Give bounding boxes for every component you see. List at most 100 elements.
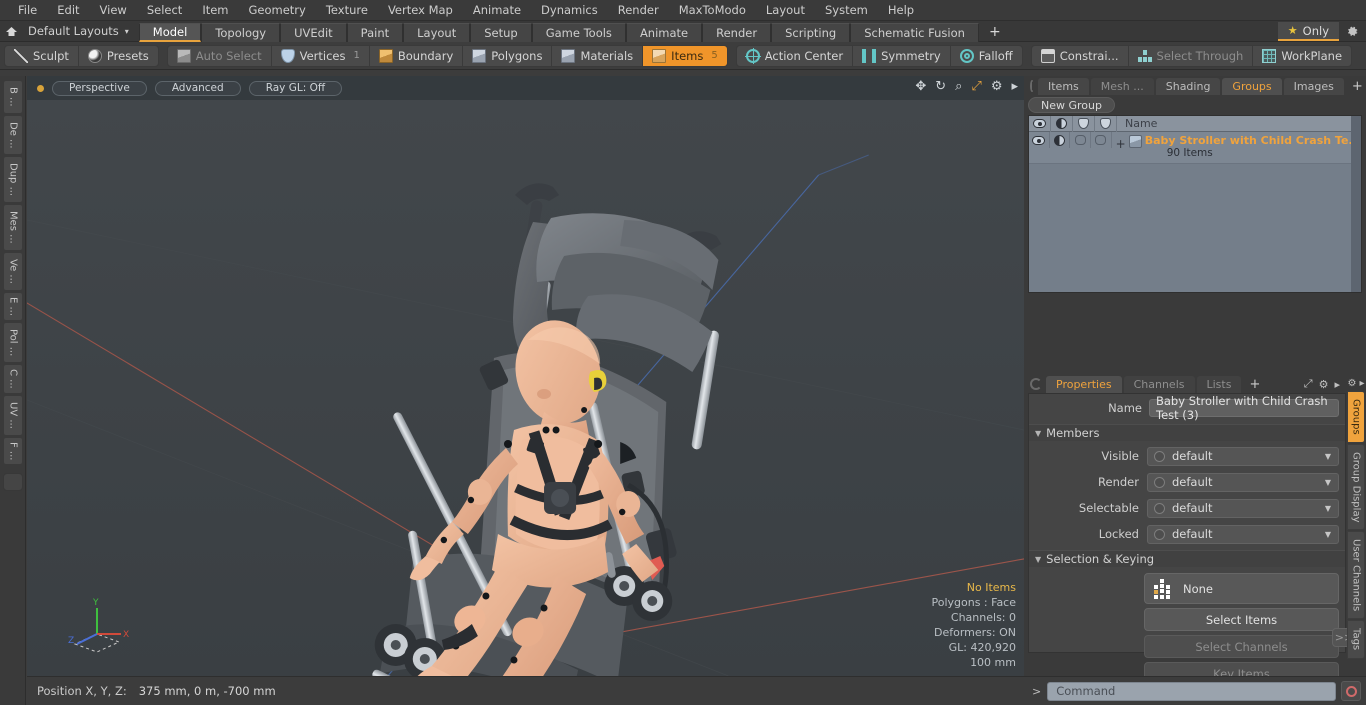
vtab-group-display[interactable]: Group Display (1347, 443, 1365, 531)
tab-model[interactable]: Model (138, 22, 202, 42)
menu-item-item[interactable]: Item (192, 1, 238, 19)
record-icon[interactable] (1341, 681, 1361, 701)
left-rail-tab-curve[interactable]: C ... (3, 364, 23, 394)
selectable-knob-icon[interactable] (1154, 502, 1165, 514)
render-dropdown[interactable]: default ▼ (1147, 472, 1339, 492)
left-rail-extra-box[interactable] (3, 473, 23, 492)
row-visibility-toggle[interactable] (1029, 132, 1050, 148)
move-icon[interactable]: ✥ (915, 80, 926, 93)
home-up-icon[interactable] (0, 22, 22, 41)
vtab-tags[interactable]: Tags (1347, 620, 1365, 659)
vtab-groups[interactable]: Groups (1347, 391, 1365, 443)
rotate-icon[interactable]: ↻ (935, 80, 946, 93)
tab-setup[interactable]: Setup (470, 22, 532, 42)
viewport-raygl-button[interactable]: Ray GL: Off (248, 80, 343, 96)
workplane-button[interactable]: WorkPlane (1253, 46, 1351, 66)
chevron-right-icon[interactable]: ▸ (1334, 378, 1340, 391)
panel-tab-groups[interactable]: Groups (1222, 78, 1282, 95)
fit-icon[interactable]: ⤢ (971, 80, 981, 93)
menu-item-maxtomodo[interactable]: MaxToModo (669, 1, 756, 19)
tab-lists[interactable]: Lists (1196, 376, 1242, 393)
viewport-3d[interactable]: Perspective Advanced Ray GL: Off ✥ ↻ ⌕ ⤢… (27, 76, 1024, 676)
left-rail-tab-edge[interactable]: E ... (3, 291, 23, 321)
row-content[interactable]: + Baby Stroller with Child Crash Te... 9… (1112, 132, 1361, 163)
menu-item-help[interactable]: Help (878, 1, 924, 19)
left-rail-tab-mesh[interactable]: Mes ... (3, 204, 23, 251)
selection-keying-section-header[interactable]: ▼ Selection & Keying (1029, 550, 1345, 567)
new-group-button[interactable]: New Group (1028, 97, 1115, 113)
left-rail-tab-duplicate[interactable]: Dup ... (3, 156, 23, 204)
left-rail-tab-polygon[interactable]: Pol ... (3, 321, 23, 364)
left-rail-tab-vertex[interactable]: Ve ... (3, 251, 23, 291)
locked-knob-icon[interactable] (1154, 528, 1165, 540)
item-list-scrollbar[interactable] (1351, 116, 1361, 292)
tab-paint[interactable]: Paint (346, 22, 404, 42)
panel-add-tab-button[interactable]: + (1346, 78, 1366, 95)
left-rail-tab-fur[interactable]: F ... (3, 436, 23, 466)
only-button[interactable]: ★ Only (1277, 22, 1339, 41)
vertices-button[interactable]: Vertices 1 (272, 45, 370, 66)
zoom-icon[interactable]: ⌕ (955, 80, 962, 93)
polygons-button[interactable]: Polygons (463, 45, 553, 66)
menu-item-layout[interactable]: Layout (756, 1, 815, 19)
left-rail-tab-basic[interactable]: B ... (3, 80, 23, 114)
menu-item-render[interactable]: Render (608, 1, 669, 19)
tab-channels[interactable]: Channels (1123, 376, 1195, 393)
menu-item-vertex-map[interactable]: Vertex Map (378, 1, 463, 19)
menu-item-animate[interactable]: Animate (463, 1, 531, 19)
menu-item-file[interactable]: File (8, 1, 47, 19)
tab-layout[interactable]: Layout (403, 22, 471, 42)
viewport-perspective-button[interactable]: Perspective (52, 80, 147, 96)
select-channels-button[interactable]: Select Channels (1144, 635, 1339, 658)
render-knob-icon[interactable] (1154, 476, 1165, 488)
select-through-button[interactable]: Select Through (1129, 45, 1254, 66)
menu-item-system[interactable]: System (815, 1, 878, 19)
symmetry-button[interactable]: Symmetry (853, 45, 951, 66)
menu-item-view[interactable]: View (90, 1, 137, 19)
viewport-shading-button[interactable]: Advanced (154, 80, 241, 96)
table-row[interactable]: + Baby Stroller with Child Crash Te... 9… (1029, 132, 1361, 164)
visible-dropdown[interactable]: default ▼ (1147, 446, 1339, 466)
materials-button[interactable]: Materials (552, 45, 644, 66)
chevron-right-icon[interactable]: ▸ (1359, 378, 1364, 389)
locked-dropdown[interactable]: default ▼ (1147, 524, 1339, 544)
gear-icon[interactable]: ⚙ (1348, 378, 1357, 389)
constraint-button[interactable]: Constrai... (1032, 45, 1129, 66)
auto-select-button[interactable]: Auto Select (168, 45, 272, 66)
properties-menu-icon[interactable] (1030, 378, 1042, 390)
left-rail-tab-deform[interactable]: De ... (3, 114, 23, 156)
name-field[interactable]: Baby Stroller with Child Crash Test (3) (1149, 394, 1339, 422)
chevron-down-icon[interactable]: ▾ (125, 27, 129, 36)
row-shade-toggle[interactable] (1050, 132, 1071, 148)
gear-icon[interactable]: ⚙ (991, 80, 1003, 93)
panel-menu-icon[interactable] (1030, 80, 1034, 92)
properties-add-tab-button[interactable]: + (1243, 376, 1266, 393)
tab-scripting[interactable]: Scripting (771, 22, 851, 42)
add-tab-button[interactable]: + (979, 23, 1011, 42)
viewport-canvas[interactable]: No Items Polygons : Face Channels: 0 Def… (27, 100, 1024, 676)
gear-icon[interactable] (1342, 22, 1362, 41)
expand-icon[interactable]: ⤢ (1304, 377, 1313, 391)
members-section-header[interactable]: ▼ Members (1029, 424, 1345, 441)
action-center-button[interactable]: Action Center (737, 45, 854, 66)
view-indicator-icon[interactable] (37, 84, 44, 92)
selection-set-dropdown[interactable]: None (1144, 573, 1339, 604)
menu-item-dynamics[interactable]: Dynamics (531, 1, 608, 19)
menu-item-geometry[interactable]: Geometry (239, 1, 316, 19)
expand-row-icon[interactable]: + (1116, 137, 1126, 151)
presets-button[interactable]: Presets (79, 46, 158, 66)
falloff-button[interactable]: Falloff (951, 46, 1022, 66)
tab-schematic-fusion[interactable]: Schematic Fusion (850, 22, 979, 42)
panel-tab-mesh[interactable]: Mesh ... (1090, 78, 1154, 95)
boundary-button[interactable]: Boundary (370, 45, 464, 66)
selectable-dropdown[interactable]: default ▼ (1147, 498, 1339, 518)
row-select-toggle[interactable] (1070, 132, 1091, 148)
command-input[interactable]: Command (1047, 681, 1336, 701)
group-item-list[interactable]: Name + Baby Stroller with Child Crash Te… (1028, 115, 1362, 293)
vtab-user-channels[interactable]: User Channels (1347, 531, 1365, 620)
tab-properties[interactable]: Properties (1046, 376, 1122, 393)
sculpt-button[interactable]: Sculpt (5, 45, 79, 66)
layout-name[interactable]: Default Layouts (22, 24, 123, 38)
menu-item-texture[interactable]: Texture (316, 1, 378, 19)
tab-render[interactable]: Render (702, 22, 772, 42)
